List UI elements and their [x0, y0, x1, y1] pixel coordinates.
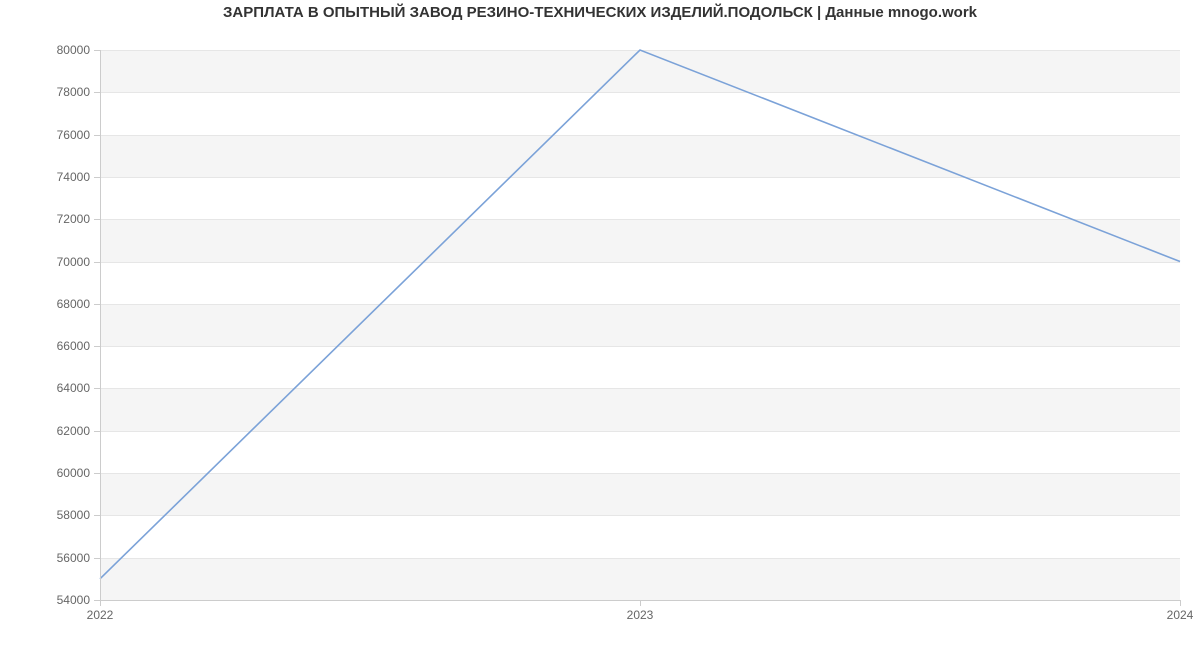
- chart-title: ЗАРПЛАТА В ОПЫТНЫЙ ЗАВОД РЕЗИНО-ТЕХНИЧЕС…: [0, 4, 1200, 21]
- y-tick-label: 62000: [0, 424, 90, 438]
- x-tick-label: 2022: [87, 608, 114, 622]
- x-tick-label: 2024: [1167, 608, 1194, 622]
- y-tick-label: 70000: [0, 255, 90, 269]
- y-axis-line: [100, 50, 101, 600]
- salary-line-chart: ЗАРПЛАТА В ОПЫТНЫЙ ЗАВОД РЕЗИНО-ТЕХНИЧЕС…: [0, 0, 1200, 650]
- y-tick-label: 72000: [0, 212, 90, 226]
- y-tick-label: 78000: [0, 85, 90, 99]
- plot-area: [100, 50, 1180, 600]
- y-tick-label: 60000: [0, 466, 90, 480]
- line-layer: [100, 50, 1180, 600]
- x-axis-line: [100, 600, 1180, 601]
- y-tick-label: 64000: [0, 381, 90, 395]
- y-tick-label: 54000: [0, 593, 90, 607]
- y-tick-label: 66000: [0, 339, 90, 353]
- y-tick-label: 74000: [0, 170, 90, 184]
- salary-series-line: [100, 50, 1180, 579]
- y-tick-label: 68000: [0, 297, 90, 311]
- x-tick-mark: [1180, 600, 1181, 606]
- y-tick-label: 80000: [0, 43, 90, 57]
- y-tick-label: 76000: [0, 128, 90, 142]
- x-tick-label: 2023: [627, 608, 654, 622]
- y-tick-label: 56000: [0, 551, 90, 565]
- y-tick-label: 58000: [0, 508, 90, 522]
